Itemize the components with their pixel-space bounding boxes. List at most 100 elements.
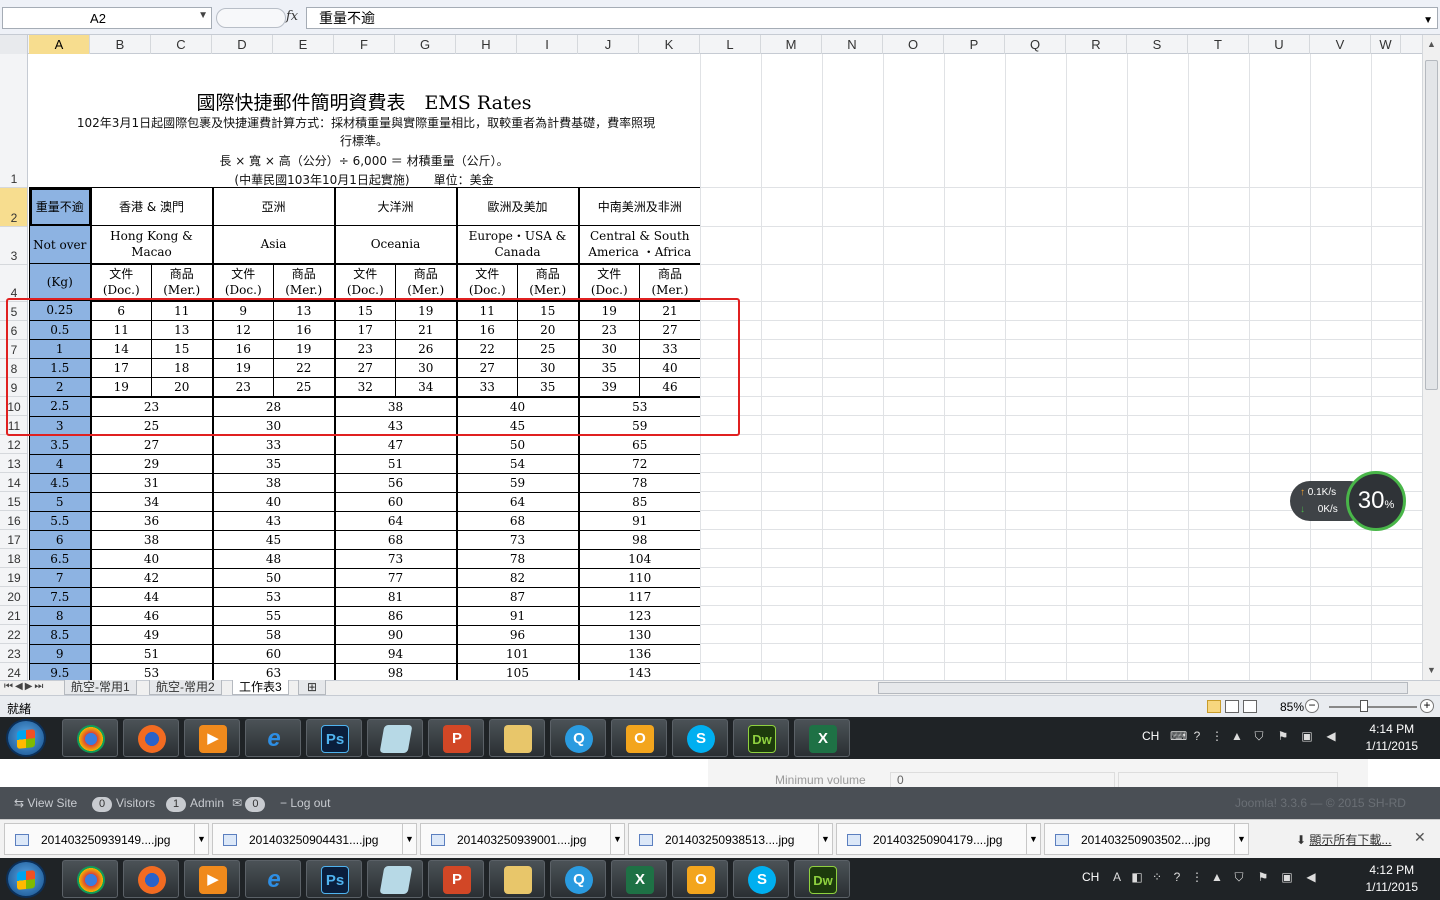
doc-header-1[interactable]: 文件 (Doc.) bbox=[211, 262, 274, 301]
clock-2[interactable]: 4:12 PM 1/11/2015 bbox=[1366, 862, 1419, 896]
rate-cell[interactable]: 117 bbox=[577, 586, 701, 607]
rate-cell[interactable]: 34 bbox=[89, 491, 213, 512]
rate-cell[interactable]: 16 bbox=[273, 319, 335, 340]
column-header-a[interactable]: A bbox=[29, 35, 90, 54]
network-icon[interactable]: ▣ bbox=[1280, 870, 1294, 884]
page-layout-view-icon[interactable] bbox=[1225, 700, 1239, 713]
row-header-22[interactable]: 22 bbox=[0, 625, 27, 644]
column-header-s[interactable]: S bbox=[1127, 35, 1188, 54]
rate-cell[interactable]: 91 bbox=[455, 605, 579, 626]
tab-sheet-2[interactable]: 航空-常用2 bbox=[149, 680, 222, 695]
rate-cell[interactable]: 19 bbox=[273, 338, 335, 359]
rate-cell[interactable]: 17 bbox=[333, 319, 396, 340]
region-en-3[interactable]: Europe・USA & Canada bbox=[455, 225, 579, 264]
rate-cell[interactable]: 38 bbox=[333, 395, 457, 417]
rate-cell[interactable]: 143 bbox=[577, 662, 701, 680]
column-header-u[interactable]: U bbox=[1249, 35, 1310, 54]
rate-cell[interactable]: 21 bbox=[639, 299, 701, 321]
weight-cell[interactable]: 9 bbox=[29, 643, 91, 664]
rate-cell[interactable]: 6 bbox=[89, 299, 152, 321]
tab-scroll-arrows-icon[interactable]: ⏮◀▶⏭ bbox=[4, 681, 45, 692]
row-header-6[interactable]: 6 bbox=[0, 321, 27, 340]
rate-cell[interactable]: 36 bbox=[89, 510, 213, 531]
formula-oval[interactable] bbox=[216, 8, 286, 28]
column-header-g[interactable]: G bbox=[395, 35, 456, 54]
rate-cell[interactable]: 23 bbox=[89, 395, 213, 417]
download-item[interactable]: 201403250903502....jpg ▼ bbox=[1044, 823, 1249, 855]
row-header-13[interactable]: 13 bbox=[0, 454, 27, 473]
rate-cell[interactable]: 23 bbox=[211, 376, 274, 397]
options-icon[interactable]: ⋮ bbox=[1190, 870, 1204, 884]
row-header-12[interactable]: 12 bbox=[0, 435, 27, 454]
rate-cell[interactable]: 53 bbox=[211, 586, 335, 607]
weight-cell[interactable]: 7 bbox=[29, 567, 91, 588]
taskbar-notepad-2[interactable] bbox=[367, 860, 423, 898]
weight-cell[interactable]: 0.25 bbox=[29, 300, 91, 321]
weight-cell[interactable]: 2.5 bbox=[29, 396, 91, 417]
rate-cell[interactable]: 17 bbox=[89, 357, 152, 378]
rate-cell[interactable]: 72 bbox=[577, 453, 701, 474]
chevron-down-icon[interactable]: ▼ bbox=[402, 824, 416, 854]
weight-cell[interactable]: 9.5 bbox=[29, 662, 91, 680]
ime-mode-icon[interactable]: ◧ bbox=[1130, 870, 1144, 884]
rate-cell[interactable]: 27 bbox=[639, 319, 701, 340]
rate-cell[interactable]: 53 bbox=[577, 395, 701, 417]
download-item[interactable]: 201403250904431....jpg ▼ bbox=[212, 823, 417, 855]
insert-sheet-icon[interactable]: ⊞ bbox=[298, 680, 326, 695]
column-header-h[interactable]: H bbox=[456, 35, 517, 54]
rate-cell[interactable]: 15 bbox=[517, 299, 579, 321]
security-shield-icon[interactable]: ⛉ bbox=[1252, 729, 1266, 743]
weight-cell[interactable]: 6 bbox=[29, 529, 91, 550]
taskbar-qq-2[interactable]: Q bbox=[550, 860, 606, 898]
rate-cell[interactable]: 40 bbox=[89, 548, 213, 569]
row-header-1[interactable]: 1 bbox=[0, 54, 27, 188]
name-box[interactable]: A2 ▼ bbox=[2, 7, 212, 29]
column-header-i[interactable]: I bbox=[517, 35, 578, 54]
admin-link[interactable]: 1 Admin bbox=[166, 796, 224, 812]
taskbar-ie-2[interactable]: e bbox=[245, 860, 301, 898]
taskbar-dreamweaver-2[interactable]: Dw bbox=[794, 860, 850, 898]
rate-cell[interactable]: 33 bbox=[639, 338, 701, 359]
weight-cell[interactable]: 8 bbox=[29, 605, 91, 626]
region-en-2[interactable]: Oceania bbox=[333, 225, 457, 264]
rate-cell[interactable]: 25 bbox=[517, 338, 579, 359]
taskbar-firefox[interactable] bbox=[123, 719, 179, 757]
rate-cell[interactable]: 11 bbox=[89, 319, 152, 340]
rate-cell[interactable]: 13 bbox=[273, 299, 335, 321]
rate-cell[interactable]: 86 bbox=[333, 605, 457, 626]
rate-cell[interactable]: 40 bbox=[211, 491, 335, 512]
rate-cell[interactable]: 51 bbox=[333, 453, 457, 474]
network-speed-widget[interactable]: ↑ 0.1K/s ↓ 0K/s 30% bbox=[1290, 471, 1406, 531]
rate-cell[interactable]: 60 bbox=[333, 491, 457, 512]
download-item[interactable]: 201403250939001....jpg ▼ bbox=[420, 823, 625, 855]
mer-header-4[interactable]: 商品 (Mer.) bbox=[639, 262, 701, 301]
row-header-16[interactable]: 16 bbox=[0, 511, 27, 530]
region-zh-3[interactable]: 歐洲及美加 bbox=[455, 187, 579, 226]
rate-cell[interactable]: 40 bbox=[639, 357, 701, 378]
chevron-down-icon[interactable]: ▼ bbox=[610, 824, 624, 854]
volume-icon[interactable]: ◀ bbox=[1324, 729, 1338, 743]
messages-link[interactable]: ✉ 0 bbox=[232, 796, 269, 812]
select-all-corner[interactable] bbox=[0, 35, 28, 54]
doc-header-2[interactable]: 文件 (Doc.) bbox=[333, 262, 396, 301]
chevron-down-icon[interactable]: ▼ bbox=[194, 824, 208, 854]
taskbar-outlook[interactable]: O bbox=[611, 719, 667, 757]
taskbar-skype[interactable]: S bbox=[672, 719, 728, 757]
column-header-q[interactable]: Q bbox=[1005, 35, 1066, 54]
rate-cell[interactable]: 27 bbox=[455, 357, 518, 378]
rate-cell[interactable]: 46 bbox=[639, 376, 701, 397]
rate-cell[interactable]: 38 bbox=[89, 529, 213, 550]
rate-cell[interactable]: 22 bbox=[455, 338, 518, 359]
rate-cell[interactable]: 65 bbox=[577, 434, 701, 455]
rate-cell[interactable]: 32 bbox=[333, 376, 396, 397]
weight-cell[interactable]: 8.5 bbox=[29, 624, 91, 645]
row-header-2[interactable]: 2 bbox=[0, 188, 27, 227]
view-site-link[interactable]: ⇆ View Site bbox=[14, 796, 77, 810]
scroll-up-icon[interactable]: ▲ bbox=[1427, 39, 1436, 49]
rate-cell[interactable]: 82 bbox=[455, 567, 579, 588]
rate-cell[interactable]: 73 bbox=[455, 529, 579, 550]
rate-cell[interactable]: 58 bbox=[211, 624, 335, 645]
rate-cell[interactable]: 56 bbox=[333, 472, 457, 493]
row-header-4[interactable]: 4 bbox=[0, 265, 27, 302]
rate-cell[interactable]: 77 bbox=[333, 567, 457, 588]
